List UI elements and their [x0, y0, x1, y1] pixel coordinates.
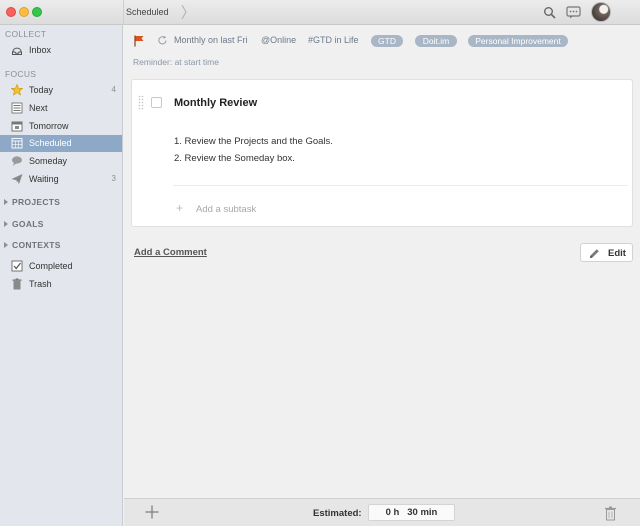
calendar-icon	[11, 121, 23, 132]
sidebar-item-label: Next	[29, 103, 48, 113]
edit-button[interactable]: Edit	[580, 243, 633, 262]
reminder-text[interactable]: Reminder: at start time	[133, 57, 219, 67]
sidebar-item-count: 4	[111, 85, 116, 94]
disclosure-triangle-icon	[4, 221, 8, 227]
project-label[interactable]: #GTD in Life	[308, 35, 359, 45]
sidebar-group-projects[interactable]: PROJECTS	[0, 196, 122, 210]
title-bar: Scheduled	[0, 0, 640, 25]
tag-doit[interactable]: Doit.im	[415, 35, 457, 47]
plus-icon[interactable]: +	[176, 202, 183, 214]
sidebar-item-label: Inbox	[29, 45, 52, 55]
add-comment-link[interactable]: Add a Comment	[134, 247, 207, 258]
sidebar-header-collect: COLLECT	[5, 29, 47, 39]
star-icon	[11, 84, 23, 96]
delete-trash-icon[interactable]	[604, 506, 617, 521]
estimated-label: Estimated:	[313, 508, 362, 519]
maximize-window-button[interactable]	[32, 7, 42, 17]
repeat-icon	[158, 35, 167, 45]
sidebar-item-tomorrow[interactable]: Tomorrow	[0, 118, 122, 135]
tag-personal-improvement[interactable]: Personal Improvement	[468, 35, 568, 47]
task-complete-checkbox[interactable]	[151, 97, 162, 108]
sidebar-item-trash[interactable]: Trash	[0, 276, 122, 293]
task-meta-row: Monthly on last Fri @Online #GTD in Life…	[124, 34, 640, 48]
sidebar-item-scheduled[interactable]: Scheduled	[0, 135, 122, 152]
sidebar-group-label: PROJECTS	[12, 197, 61, 207]
sidebar-group-contexts[interactable]: CONTEXTS	[0, 239, 122, 253]
divider	[173, 185, 628, 186]
minimize-window-button[interactable]	[19, 7, 29, 17]
disclosure-triangle-icon	[4, 242, 8, 248]
sidebar-item-inbox[interactable]: Inbox	[0, 42, 122, 59]
chat-icon[interactable]	[566, 6, 581, 19]
task-title[interactable]: Monthly Review	[174, 97, 257, 109]
paper-plane-icon	[11, 174, 23, 184]
sidebar-item-waiting[interactable]: Waiting 3	[0, 171, 122, 188]
checkbox-icon	[11, 260, 23, 272]
sidebar-item-label: Completed	[29, 261, 73, 271]
sidebar-item-label: Scheduled	[29, 138, 72, 148]
search-icon[interactable]	[543, 6, 556, 19]
window-title: Scheduled	[126, 7, 169, 17]
estimated-time-field[interactable]: 0 h 30 min	[368, 504, 455, 521]
drag-handle-icon[interactable]	[138, 95, 144, 111]
sidebar-item-next[interactable]: Next	[0, 100, 122, 117]
sidebar-item-label: Waiting	[29, 174, 59, 184]
flag-icon[interactable]	[134, 35, 144, 47]
sidebar: COLLECT Inbox FOCUS Today 4 Next Tomorro…	[0, 25, 123, 526]
task-detail-panel: Monthly on last Fri @Online #GTD in Life…	[124, 25, 640, 498]
sidebar-group-goals[interactable]: GOALS	[0, 218, 122, 232]
add-task-icon[interactable]	[145, 505, 159, 519]
task-note-line[interactable]: 2. Review the Someday box.	[174, 153, 295, 164]
sidebar-header-focus: FOCUS	[5, 69, 37, 79]
inbox-icon	[12, 47, 22, 55]
speech-bubble-icon	[12, 156, 22, 166]
close-window-button[interactable]	[6, 7, 16, 17]
pencil-icon	[590, 249, 599, 258]
context-label[interactable]: @Online	[261, 35, 296, 45]
sidebar-item-label: Today	[29, 85, 54, 95]
disclosure-triangle-icon	[4, 199, 8, 205]
calendar-grid-icon	[11, 138, 23, 149]
user-avatar[interactable]	[591, 2, 611, 22]
sidebar-group-label: CONTEXTS	[12, 240, 61, 250]
trash-icon	[12, 278, 22, 290]
repeat-rule[interactable]: Monthly on last Fri	[174, 35, 248, 45]
sidebar-item-completed[interactable]: Completed	[0, 258, 122, 275]
list-icon	[11, 102, 23, 114]
sidebar-item-label: Someday	[29, 156, 68, 166]
sidebar-item-today[interactable]: Today 4	[0, 82, 122, 99]
task-card: Monthly Review 1. Review the Projects an…	[131, 79, 633, 227]
add-subtask-field[interactable]: Add a subtask	[196, 204, 256, 215]
sidebar-group-label: GOALS	[12, 219, 44, 229]
sidebar-item-someday[interactable]: Someday	[0, 153, 122, 170]
sidebar-item-label: Trash	[29, 279, 52, 289]
bottom-toolbar: Estimated: 0 h 30 min	[124, 498, 640, 526]
titlebar-divider	[123, 0, 124, 25]
task-note-line[interactable]: 1. Review the Projects and the Goals.	[174, 136, 333, 147]
sidebar-item-label: Tomorrow	[29, 121, 69, 131]
chevron-right-icon	[181, 4, 187, 20]
edit-button-label: Edit	[608, 248, 626, 259]
tag-gtd[interactable]: GTD	[371, 35, 403, 47]
sidebar-item-count: 3	[111, 174, 116, 183]
